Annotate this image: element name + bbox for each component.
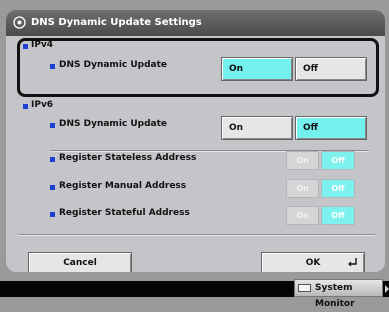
ipv6-bullet (23, 104, 28, 109)
register-manual-label: Register Manual Address (59, 181, 187, 191)
register-stateful-label: Register Stateful Address (59, 208, 190, 218)
register-manual-on-button[interactable]: On (286, 179, 319, 198)
settings-window: DNS Dynamic Update Settings IPv4 DNS Dyn… (6, 10, 385, 272)
page-title: DNS Dynamic Update Settings (31, 17, 202, 28)
title-bar: DNS Dynamic Update Settings (6, 10, 385, 36)
ipv4-dns-bullet (50, 64, 55, 69)
enter-icon (348, 258, 357, 266)
register-stateless-off-button[interactable]: Off (321, 151, 355, 170)
stateless-bullet (50, 157, 55, 162)
cancel-button-label: Cancel (63, 258, 97, 268)
ipv6-dns-on-button[interactable]: On (221, 116, 293, 140)
ok-button-label: OK (305, 258, 321, 268)
ipv4-section-label: IPv4 (31, 40, 54, 50)
monitor-icon (298, 284, 311, 292)
manual-bullet (50, 185, 55, 190)
register-stateful-on-button[interactable]: On (286, 206, 319, 225)
cancel-button[interactable]: Cancel (28, 252, 132, 272)
register-stateless-on-button[interactable]: On (286, 151, 319, 170)
ipv4-dns-on-button[interactable]: On (221, 57, 293, 81)
ipv6-dns-label: DNS Dynamic Update (59, 119, 168, 129)
register-stateful-off-button[interactable]: Off (321, 206, 355, 225)
system-monitor-button[interactable]: System Monitor (294, 279, 383, 309)
ipv4-dns-label: DNS Dynamic Update (59, 60, 168, 70)
ipv4-dns-off-button[interactable]: Off (295, 57, 367, 81)
footer-separator (19, 234, 375, 236)
stateful-bullet (50, 212, 55, 217)
register-stateless-label: Register Stateless Address (59, 153, 197, 163)
ipv6-dns-bullet (50, 123, 55, 128)
ipv6-section-label: IPv6 (31, 100, 54, 110)
register-manual-off-button[interactable]: Off (321, 179, 355, 198)
arrow-right-icon (385, 285, 389, 293)
ok-button[interactable]: OK (261, 252, 365, 272)
system-monitor-label: System Monitor (315, 283, 355, 309)
ipv4-bullet (23, 44, 28, 49)
settings-icon (13, 16, 26, 29)
ipv6-dns-off-button[interactable]: Off (295, 116, 367, 140)
